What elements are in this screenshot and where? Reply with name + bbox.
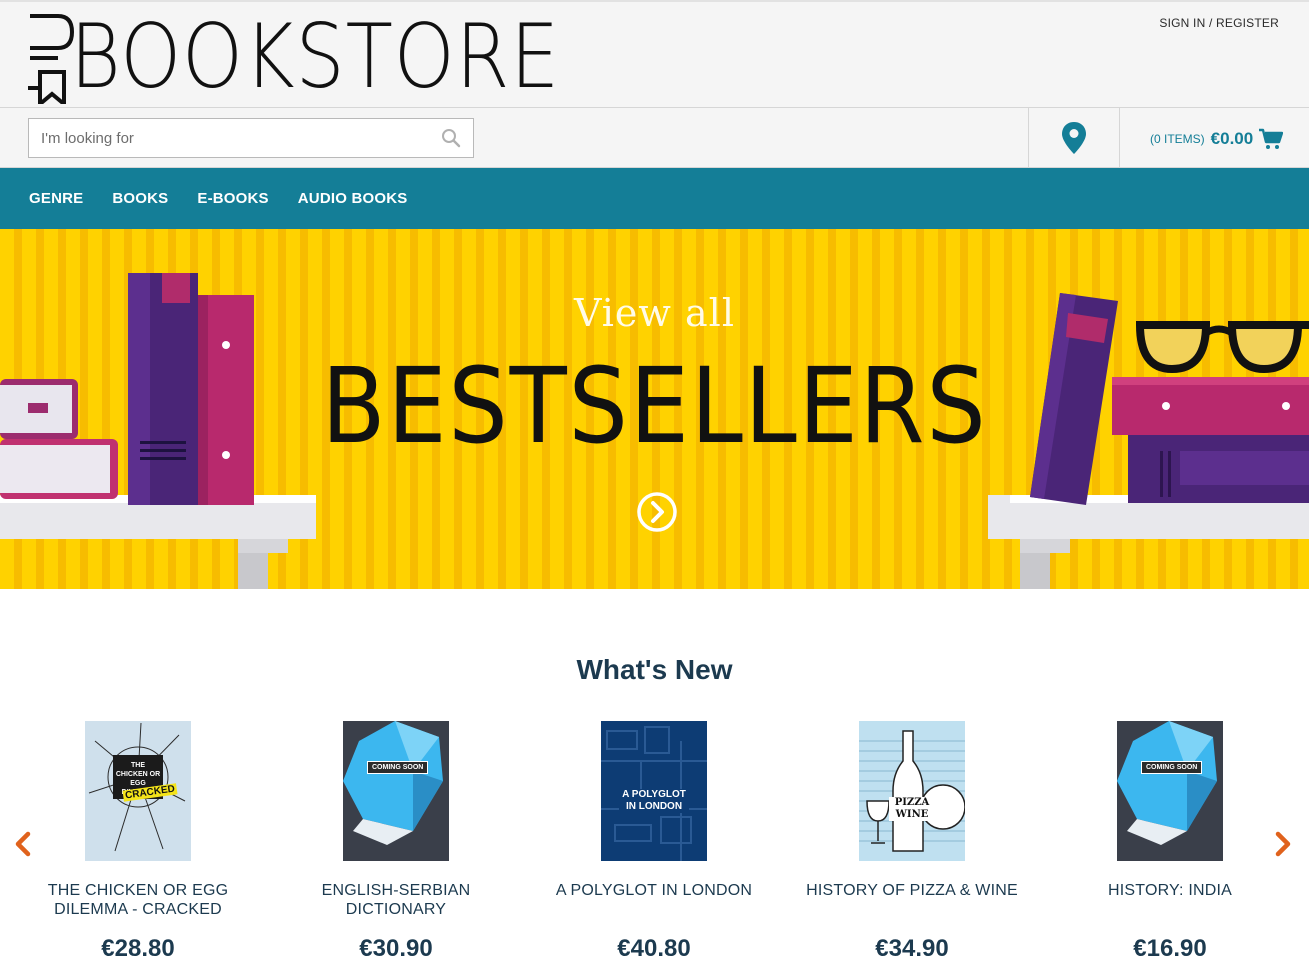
cart-icon[interactable] — [1259, 128, 1284, 150]
main-nav: GENRE BOOKS E-BOOKS AUDIO BOOKS — [0, 168, 1309, 229]
product-price: €34.90 — [875, 935, 949, 962]
product-price: €16.90 — [1133, 935, 1207, 962]
search-icon[interactable] — [441, 128, 461, 148]
sign-in-register-link[interactable]: SIGN IN / REGISTER — [1159, 16, 1279, 30]
book-cover[interactable]: THE CHICKEN OR EGG DILEMMA CRACKED — [85, 721, 191, 861]
product-card[interactable]: A POLYGLOT IN LONDON A POLYGLOT IN LONDO… — [544, 721, 764, 962]
product-title[interactable]: ENGLISH-SERBIAN DICTIONARY — [286, 881, 506, 921]
logo-text: BOOKSTORE — [70, 5, 561, 108]
cover-art — [1117, 721, 1217, 845]
cover-badge: COMING SOON — [1141, 761, 1203, 774]
nav-item-audio-books[interactable]: AUDIO BOOKS — [298, 190, 408, 207]
product-card[interactable]: COMING SOON ENGLISH-SERBIAN DICTIONARY €… — [286, 721, 506, 962]
cover-title: PIZZA WINE — [889, 797, 935, 821]
site-logo[interactable]: BOOKSTORE — [28, 10, 559, 104]
location-pin-icon[interactable] — [1062, 122, 1086, 154]
book-cover[interactable]: COMING SOON — [343, 721, 449, 861]
site-header: BOOKSTORE SIGN IN / REGISTER — [0, 0, 1309, 108]
divider — [1028, 108, 1029, 168]
cover-title: A POLYGLOT IN LONDON — [619, 789, 689, 813]
book-cover[interactable]: PIZZA WINE — [859, 721, 965, 861]
product-card[interactable]: THE CHICKEN OR EGG DILEMMA CRACKED THE C… — [28, 721, 248, 962]
chevron-circle-right-icon[interactable] — [636, 491, 678, 533]
nav-item-e-books[interactable]: E-BOOKS — [197, 190, 268, 207]
whats-new-title: What's New — [576, 654, 733, 685]
nav-item-books[interactable]: BOOKS — [112, 190, 168, 207]
search-input[interactable] — [29, 119, 429, 157]
cover-art — [343, 721, 443, 845]
product-title[interactable]: HISTORY OF PIZZA & WINE — [802, 881, 1022, 921]
cover-art — [859, 730, 965, 852]
divider — [1119, 108, 1120, 168]
cover-badge: COMING SOON — [367, 761, 429, 774]
cart-total: €0.00 — [1210, 129, 1254, 148]
cart-summary[interactable]: (0 ITEMS) €0.00 — [1150, 128, 1284, 150]
book-cover[interactable]: A POLYGLOT IN LONDON — [601, 721, 707, 861]
search-row: (0 ITEMS) €0.00 — [0, 108, 1309, 168]
cart-items-count: (0 ITEMS) — [1150, 132, 1205, 146]
product-title[interactable]: A POLYGLOT IN LONDON — [544, 881, 764, 921]
product-card[interactable]: PIZZA WINE HISTORY OF PIZZA & WINE €34.9… — [802, 721, 1022, 962]
product-price: €28.80 — [101, 935, 175, 962]
product-title[interactable]: THE CHICKEN OR EGG DILEMMA - CRACKED — [28, 881, 248, 921]
product-price: €40.80 — [617, 935, 691, 962]
product-price: €30.90 — [359, 935, 433, 962]
bestsellers-banner[interactable]: View all BESTSELLERS — [0, 229, 1309, 589]
banner-title: BESTSELLERS — [321, 345, 988, 467]
search-box — [28, 118, 474, 158]
book-cover[interactable]: COMING SOON — [1117, 721, 1223, 861]
bookmark-logo-icon — [28, 14, 75, 104]
product-title[interactable]: HISTORY: INDIA — [1060, 881, 1280, 921]
product-card[interactable]: COMING SOON HISTORY: INDIA €16.90 — [1060, 721, 1280, 962]
banner-subtitle: View all — [574, 291, 735, 335]
nav-item-genre[interactable]: GENRE — [29, 190, 83, 207]
